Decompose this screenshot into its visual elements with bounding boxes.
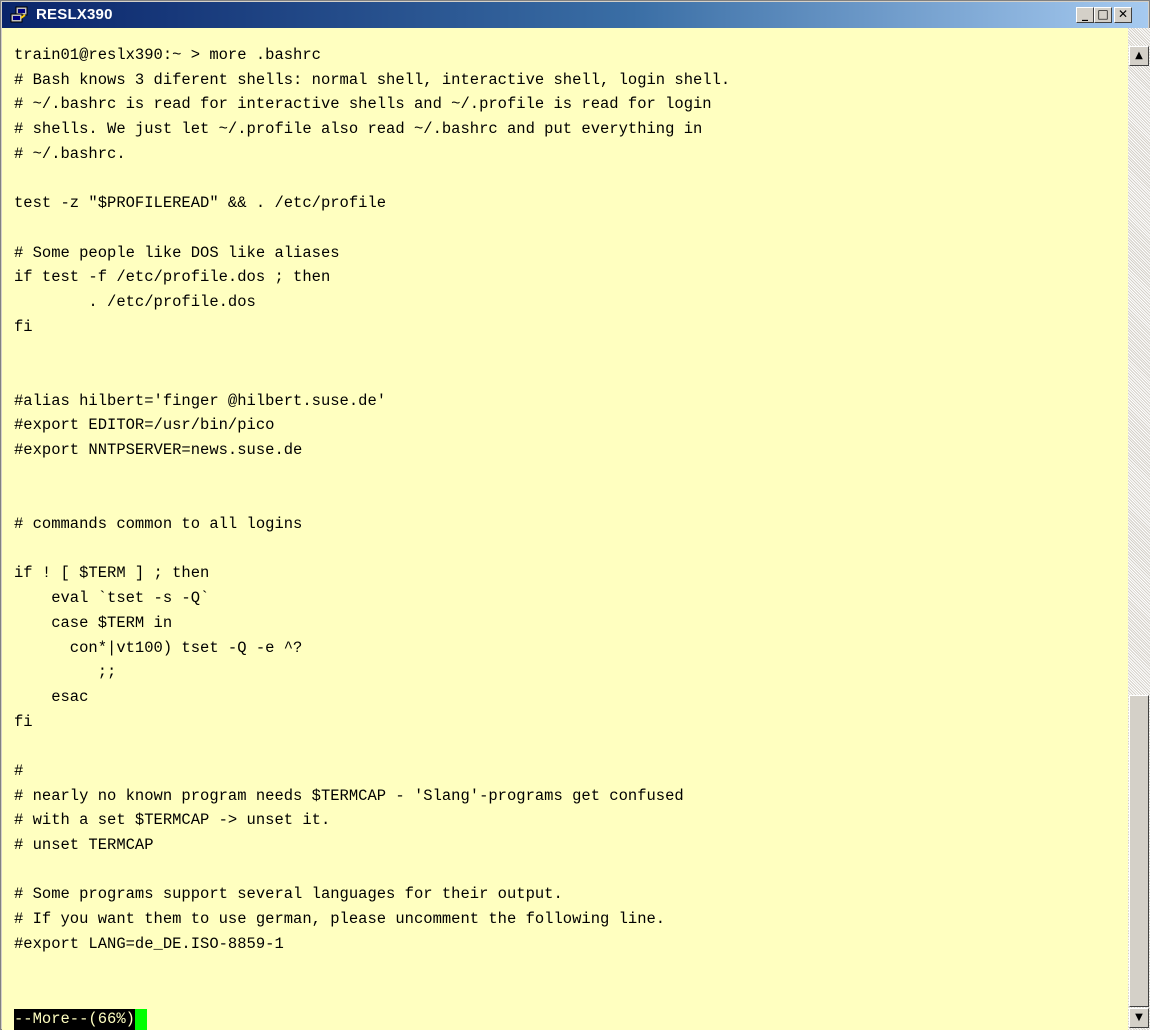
terminal-line: ;; (14, 663, 117, 682)
terminal-line: # If you want them to use german, please… (14, 910, 666, 929)
terminal-line: case $TERM in (14, 613, 173, 632)
pager-status: --More--(66%) (14, 1009, 135, 1030)
vertical-scrollbar[interactable]: ▲ ▼ (1128, 28, 1150, 1030)
terminal-line: fi (14, 712, 33, 731)
terminal-line: # ~/.bashrc. (14, 144, 126, 163)
maximize-button[interactable]: □ (1094, 7, 1112, 23)
close-button[interactable]: ✕ (1114, 7, 1132, 23)
terminal-line: if test -f /etc/profile.dos ; then (14, 268, 331, 287)
terminal-screen[interactable]: train01@reslx390:~ > more .bashrc # Bash … (2, 28, 1128, 1030)
terminal-line: con*|vt100) tset -Q -e ^? (14, 638, 303, 657)
terminal-line: #export EDITOR=/usr/bin/pico (14, 416, 275, 435)
terminal-line: # Some programs support several language… (14, 885, 563, 904)
pager-prompt: --More--(66%) (14, 1009, 147, 1030)
terminal-line: # nearly no known program needs $TERMCAP… (14, 786, 684, 805)
scroll-up-arrow-icon[interactable]: ▲ (1129, 46, 1149, 66)
terminal-window: RESLX390 _ □ ✕ train01@reslx390:~ > more… (0, 0, 1150, 1030)
terminal-line: # Bash knows 3 diferent shells: normal s… (14, 70, 731, 89)
terminal-line: eval `tset -s -Q` (14, 589, 210, 608)
terminal-line: # ~/.bashrc is read for interactive shel… (14, 95, 712, 114)
putty-icon[interactable] (10, 6, 28, 24)
terminal-line: # (14, 761, 24, 780)
terminal-line: fi (14, 317, 33, 336)
terminal-output: train01@reslx390:~ > more .bashrc # Bash … (14, 43, 730, 956)
terminal-line: if ! [ $TERM ] ; then (14, 564, 210, 583)
scrollbar-thumb[interactable] (1129, 695, 1149, 1007)
title-bar[interactable]: RESLX390 _ □ ✕ (2, 2, 1148, 28)
terminal-line: # unset TERMCAP (14, 836, 154, 854)
terminal-line: # shells. We just let ~/.profile also re… (14, 120, 703, 139)
scroll-down-arrow-icon[interactable]: ▼ (1129, 1008, 1149, 1028)
terminal-line: test -z "$PROFILEREAD" && . /etc/profile (14, 194, 387, 213)
terminal-line: esac (14, 687, 89, 706)
terminal-line: # commands common to all logins (14, 515, 303, 534)
text-cursor (134, 1009, 147, 1030)
terminal-line: # Some people like DOS like aliases (14, 243, 340, 262)
terminal-line: train01@reslx390:~ > more .bashrc (14, 46, 321, 64)
terminal-line: #export NNTPSERVER=news.suse.de (14, 441, 303, 459)
terminal-line: #alias hilbert='finger @hilbert.suse.de' (14, 391, 387, 410)
terminal-line: . /etc/profile.dos (14, 292, 256, 311)
terminal-line: #export LANG=de_DE.ISO-8859-1 (14, 934, 284, 953)
minimize-button[interactable]: _ (1076, 7, 1094, 23)
terminal-line: # with a set $TERMCAP -> unset it. (14, 811, 331, 830)
window-title: RESLX390 (36, 6, 113, 23)
